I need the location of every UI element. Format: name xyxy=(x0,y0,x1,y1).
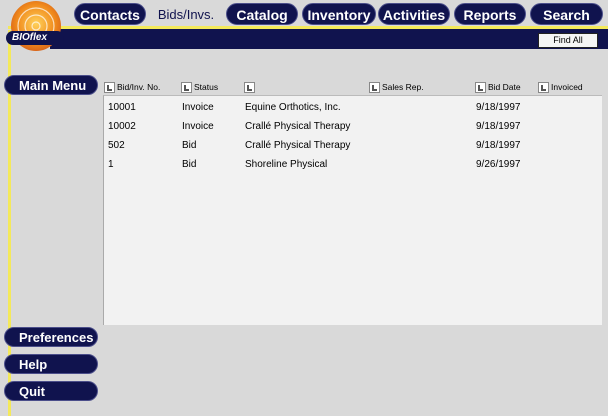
tab-contacts[interactable]: Contacts xyxy=(74,3,146,25)
column-label: Invoiced xyxy=(551,82,583,92)
sort-icon[interactable] xyxy=(104,82,115,94)
column-header-customer[interactable] xyxy=(244,80,257,94)
tab-inventory[interactable]: Inventory xyxy=(302,3,376,25)
column-header-status[interactable]: Status xyxy=(181,80,218,94)
cell-number: 10002 xyxy=(108,121,136,132)
column-label: Bid Date xyxy=(488,82,521,92)
cell-status: Bid xyxy=(182,159,197,170)
tab-catalog[interactable]: Catalog xyxy=(226,3,298,25)
cell-customer: Crallé Physical Therapy xyxy=(245,121,351,132)
help-button[interactable]: Help xyxy=(4,354,98,374)
sort-icon[interactable] xyxy=(369,82,380,94)
sort-icon[interactable] xyxy=(244,82,255,94)
sort-icon[interactable] xyxy=(181,82,192,94)
column-header-bid-date[interactable]: Bid Date xyxy=(475,80,521,94)
quit-button[interactable]: Quit xyxy=(4,381,98,401)
column-header-bid-no[interactable]: Bid/Inv. No. xyxy=(104,80,160,94)
sort-icon[interactable] xyxy=(538,82,549,94)
column-label: Sales Rep. xyxy=(382,82,424,92)
list-row[interactable]: 502 Bid Crallé Physical Therapy 9/18/199… xyxy=(104,136,602,155)
column-header-invoiced[interactable]: Invoiced xyxy=(538,80,583,94)
toolbar-band xyxy=(50,29,608,49)
list-row[interactable]: 1 Bid Shoreline Physical 9/26/1997 xyxy=(104,155,602,174)
cell-date: 9/18/1997 xyxy=(476,121,521,132)
cell-date: 9/26/1997 xyxy=(476,159,521,170)
cell-status: Bid xyxy=(182,140,197,151)
logo-text: BIOflex xyxy=(12,32,48,43)
cell-date: 9/18/1997 xyxy=(476,140,521,151)
cell-number: 1 xyxy=(108,159,114,170)
cell-number: 502 xyxy=(108,140,125,151)
cell-number: 10001 xyxy=(108,102,136,113)
cell-status: Invoice xyxy=(182,121,214,132)
tab-search[interactable]: Search xyxy=(530,3,603,25)
list-row[interactable]: 10002 Invoice Crallé Physical Therapy 9/… xyxy=(104,117,602,136)
main-menu-button[interactable]: Main Menu xyxy=(4,75,98,95)
cell-customer: Shoreline Physical xyxy=(245,159,328,170)
cell-status: Invoice xyxy=(182,102,214,113)
list-row[interactable]: 10001 Invoice Equine Orthotics, Inc. 9/1… xyxy=(104,98,602,117)
cell-customer: Equine Orthotics, Inc. xyxy=(245,102,341,113)
tab-activities[interactable]: Activities xyxy=(378,3,450,25)
cell-date: 9/18/1997 xyxy=(476,102,521,113)
preferences-button[interactable]: Preferences xyxy=(4,327,98,347)
find-all-button[interactable]: Find All xyxy=(538,33,598,48)
sort-icon[interactable] xyxy=(475,82,486,94)
tab-reports[interactable]: Reports xyxy=(454,3,526,25)
tab-bids-invs[interactable]: Bids/Invs. xyxy=(148,3,224,25)
column-label: Status xyxy=(194,82,219,92)
logo: BIOflex xyxy=(2,0,66,52)
bids-list[interactable]: 10001 Invoice Equine Orthotics, Inc. 9/1… xyxy=(103,95,602,325)
column-header-sales-rep[interactable]: Sales Rep. xyxy=(369,80,424,94)
cell-customer: Crallé Physical Therapy xyxy=(245,140,351,151)
column-label: Bid/Inv. No. xyxy=(117,82,161,92)
